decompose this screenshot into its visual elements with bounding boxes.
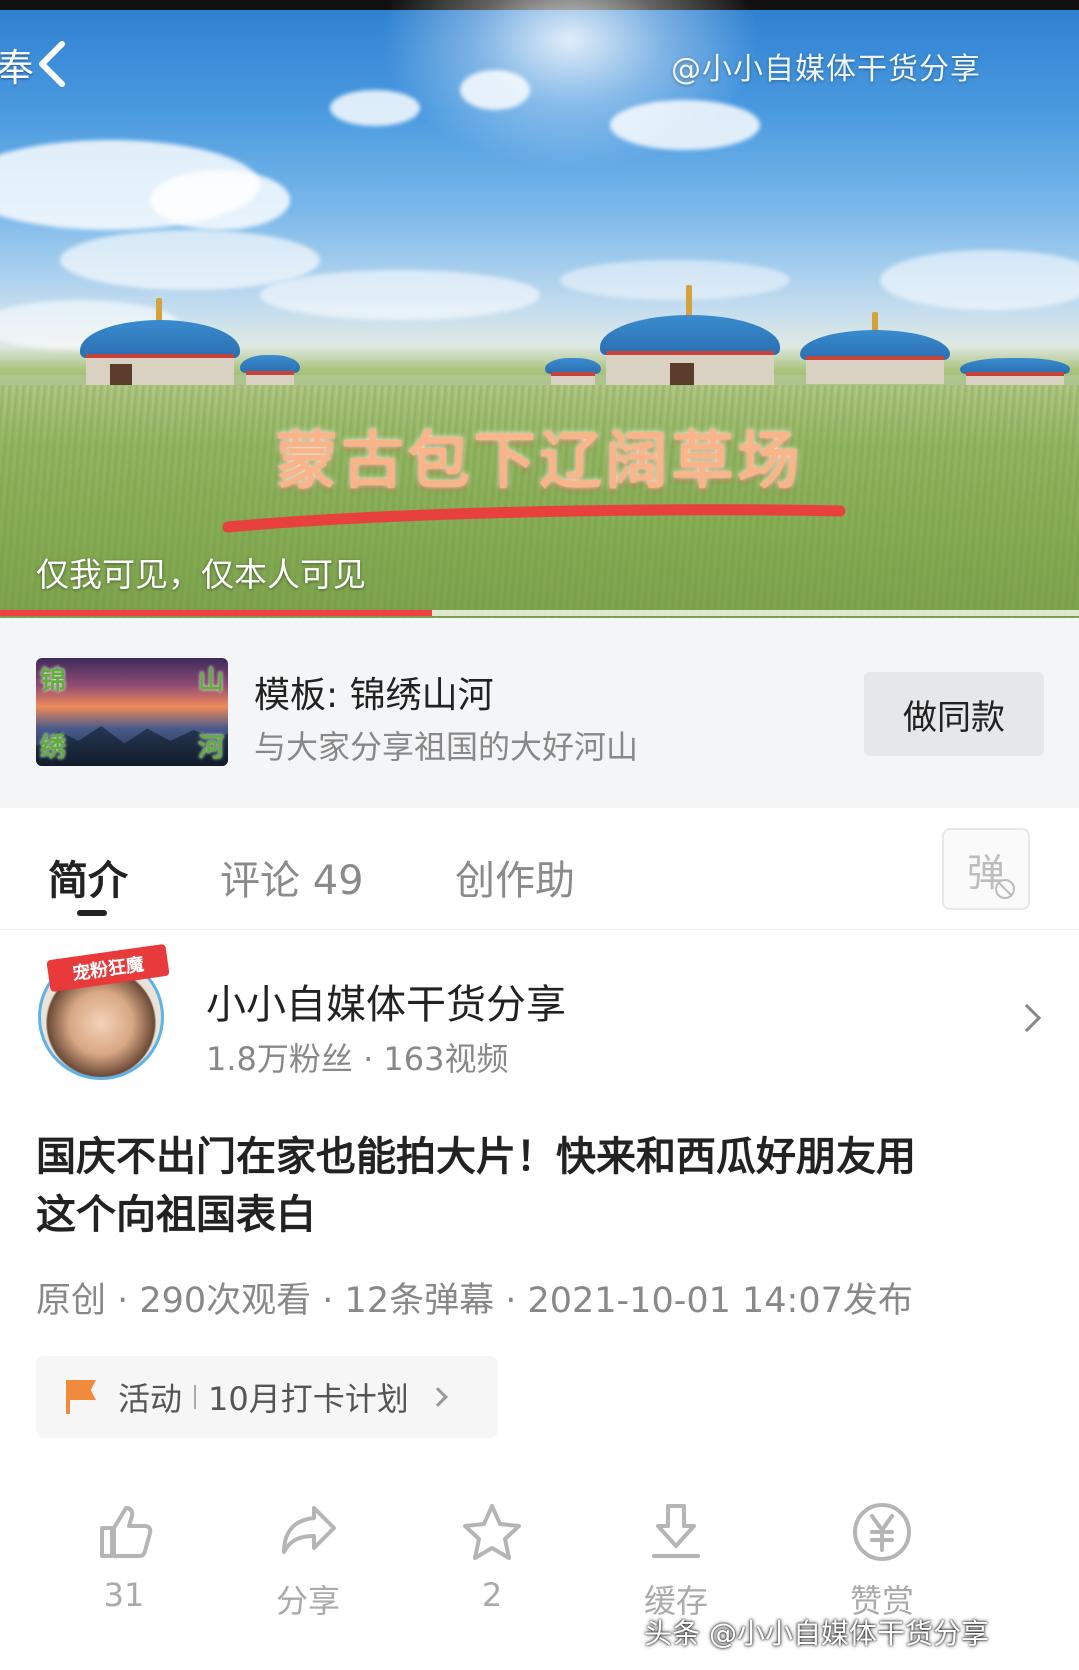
red-underline <box>222 504 846 533</box>
thumbs-up-icon <box>100 1506 153 1558</box>
video-progress-fill <box>0 610 432 616</box>
share-button[interactable]: 分享 <box>238 1500 378 1622</box>
action-bar: 31 分享 2 缓存 赞赏 <box>0 1500 1079 1630</box>
activity-label: 活动 <box>118 1380 183 1418</box>
back-button[interactable]: 奉 <box>0 34 74 94</box>
activity-tag[interactable]: 活动 10月打卡计划 <box>36 1356 498 1438</box>
like-button[interactable]: 31 <box>54 1500 194 1614</box>
cloud <box>150 170 290 230</box>
video-title: 国庆不出门在家也能拍大片！快来和西瓜好朋友用这个向祖国表白 <box>36 1134 916 1238</box>
template-thumbnail: 锦 山 绣 河 <box>36 658 228 766</box>
favorite-button[interactable]: 2 <box>422 1500 562 1614</box>
thumb-char: 山 <box>197 666 224 696</box>
yuan-coin-icon <box>853 1503 911 1561</box>
download-button[interactable]: 缓存 <box>606 1500 746 1622</box>
activity-separator <box>194 1385 197 1409</box>
yurt <box>80 298 240 390</box>
author-stats: 1.8万粉丝 · 163视频 <box>206 1040 509 1078</box>
tab-active-indicator <box>77 910 107 916</box>
flag-icon <box>66 1380 98 1414</box>
tab-creation-helper[interactable]: 创作助 <box>455 848 575 906</box>
template-row[interactable]: 锦 山 绣 河 模板: 锦绣山河 与大家分享祖国的大好河山 做同款 <box>0 618 1079 808</box>
video-progress-bar[interactable] <box>0 610 1079 616</box>
cloud <box>460 70 530 110</box>
like-count: 31 <box>103 1576 145 1614</box>
tab-fade <box>590 838 650 908</box>
make-same-button[interactable]: 做同款 <box>864 672 1044 756</box>
share-icon <box>282 1506 336 1554</box>
yurt <box>240 355 300 385</box>
back-label: 奉 <box>0 45 35 90</box>
cloud <box>880 250 1079 310</box>
activity-text: 10月打卡计划 <box>208 1380 409 1418</box>
video-caption: 蒙古包下辽阔草场 <box>275 424 804 497</box>
download-icon <box>652 1504 700 1558</box>
chevron-right-icon <box>427 1387 448 1407</box>
cloud <box>560 260 790 300</box>
favorite-count: 2 <box>481 1576 503 1614</box>
yurt <box>800 312 950 385</box>
thumb-char: 河 <box>197 733 224 763</box>
template-description: 与大家分享祖国的大好河山 <box>254 728 639 766</box>
yurt <box>960 358 1070 386</box>
yurt <box>600 285 780 390</box>
cloud <box>610 100 760 150</box>
privacy-label: 仅我可见，仅本人可见 <box>36 555 366 594</box>
yurt <box>545 358 601 386</box>
video-player[interactable]: 奉 @小小自媒体干货分享 蒙古包下辽阔草场 仅我可见，仅本人可见 <box>0 0 1079 618</box>
danmaku-icon: 弹 <box>967 842 1015 899</box>
thumb-char: 锦 <box>40 666 67 696</box>
thumb-char: 绣 <box>40 733 67 763</box>
footer-watermark: 头条 @小小自媒体干货分享 <box>644 1617 989 1650</box>
video-meta: 原创 · 290次观看 · 12条弹幕 · 2021-10-01 14:07发布 <box>36 1281 913 1321</box>
author-row[interactable]: 宠粉狂魔 小小自媒体干货分享 1.8万粉丝 · 163视频 <box>0 932 1079 1092</box>
reward-button[interactable]: 赞赏 <box>812 1500 952 1622</box>
video-watermark: @小小自媒体干货分享 <box>671 52 981 87</box>
chevron-right-icon <box>1012 1003 1042 1033</box>
chevron-left-icon <box>39 41 66 87</box>
danmaku-toggle-button[interactable]: 弹 <box>942 828 1030 910</box>
share-label: 分享 <box>275 1582 340 1620</box>
tab-intro[interactable]: 简介 <box>48 848 128 906</box>
template-title: 模板: 锦绣山河 <box>254 675 494 716</box>
star-icon <box>463 1504 521 1560</box>
tab-comments[interactable]: 评论 49 <box>220 848 364 906</box>
cloud <box>330 90 420 126</box>
cloud <box>260 270 540 320</box>
tab-bar: 简介 评论 49 创作助 <box>0 808 1079 930</box>
author-name: 小小自媒体干货分享 <box>206 982 566 1028</box>
